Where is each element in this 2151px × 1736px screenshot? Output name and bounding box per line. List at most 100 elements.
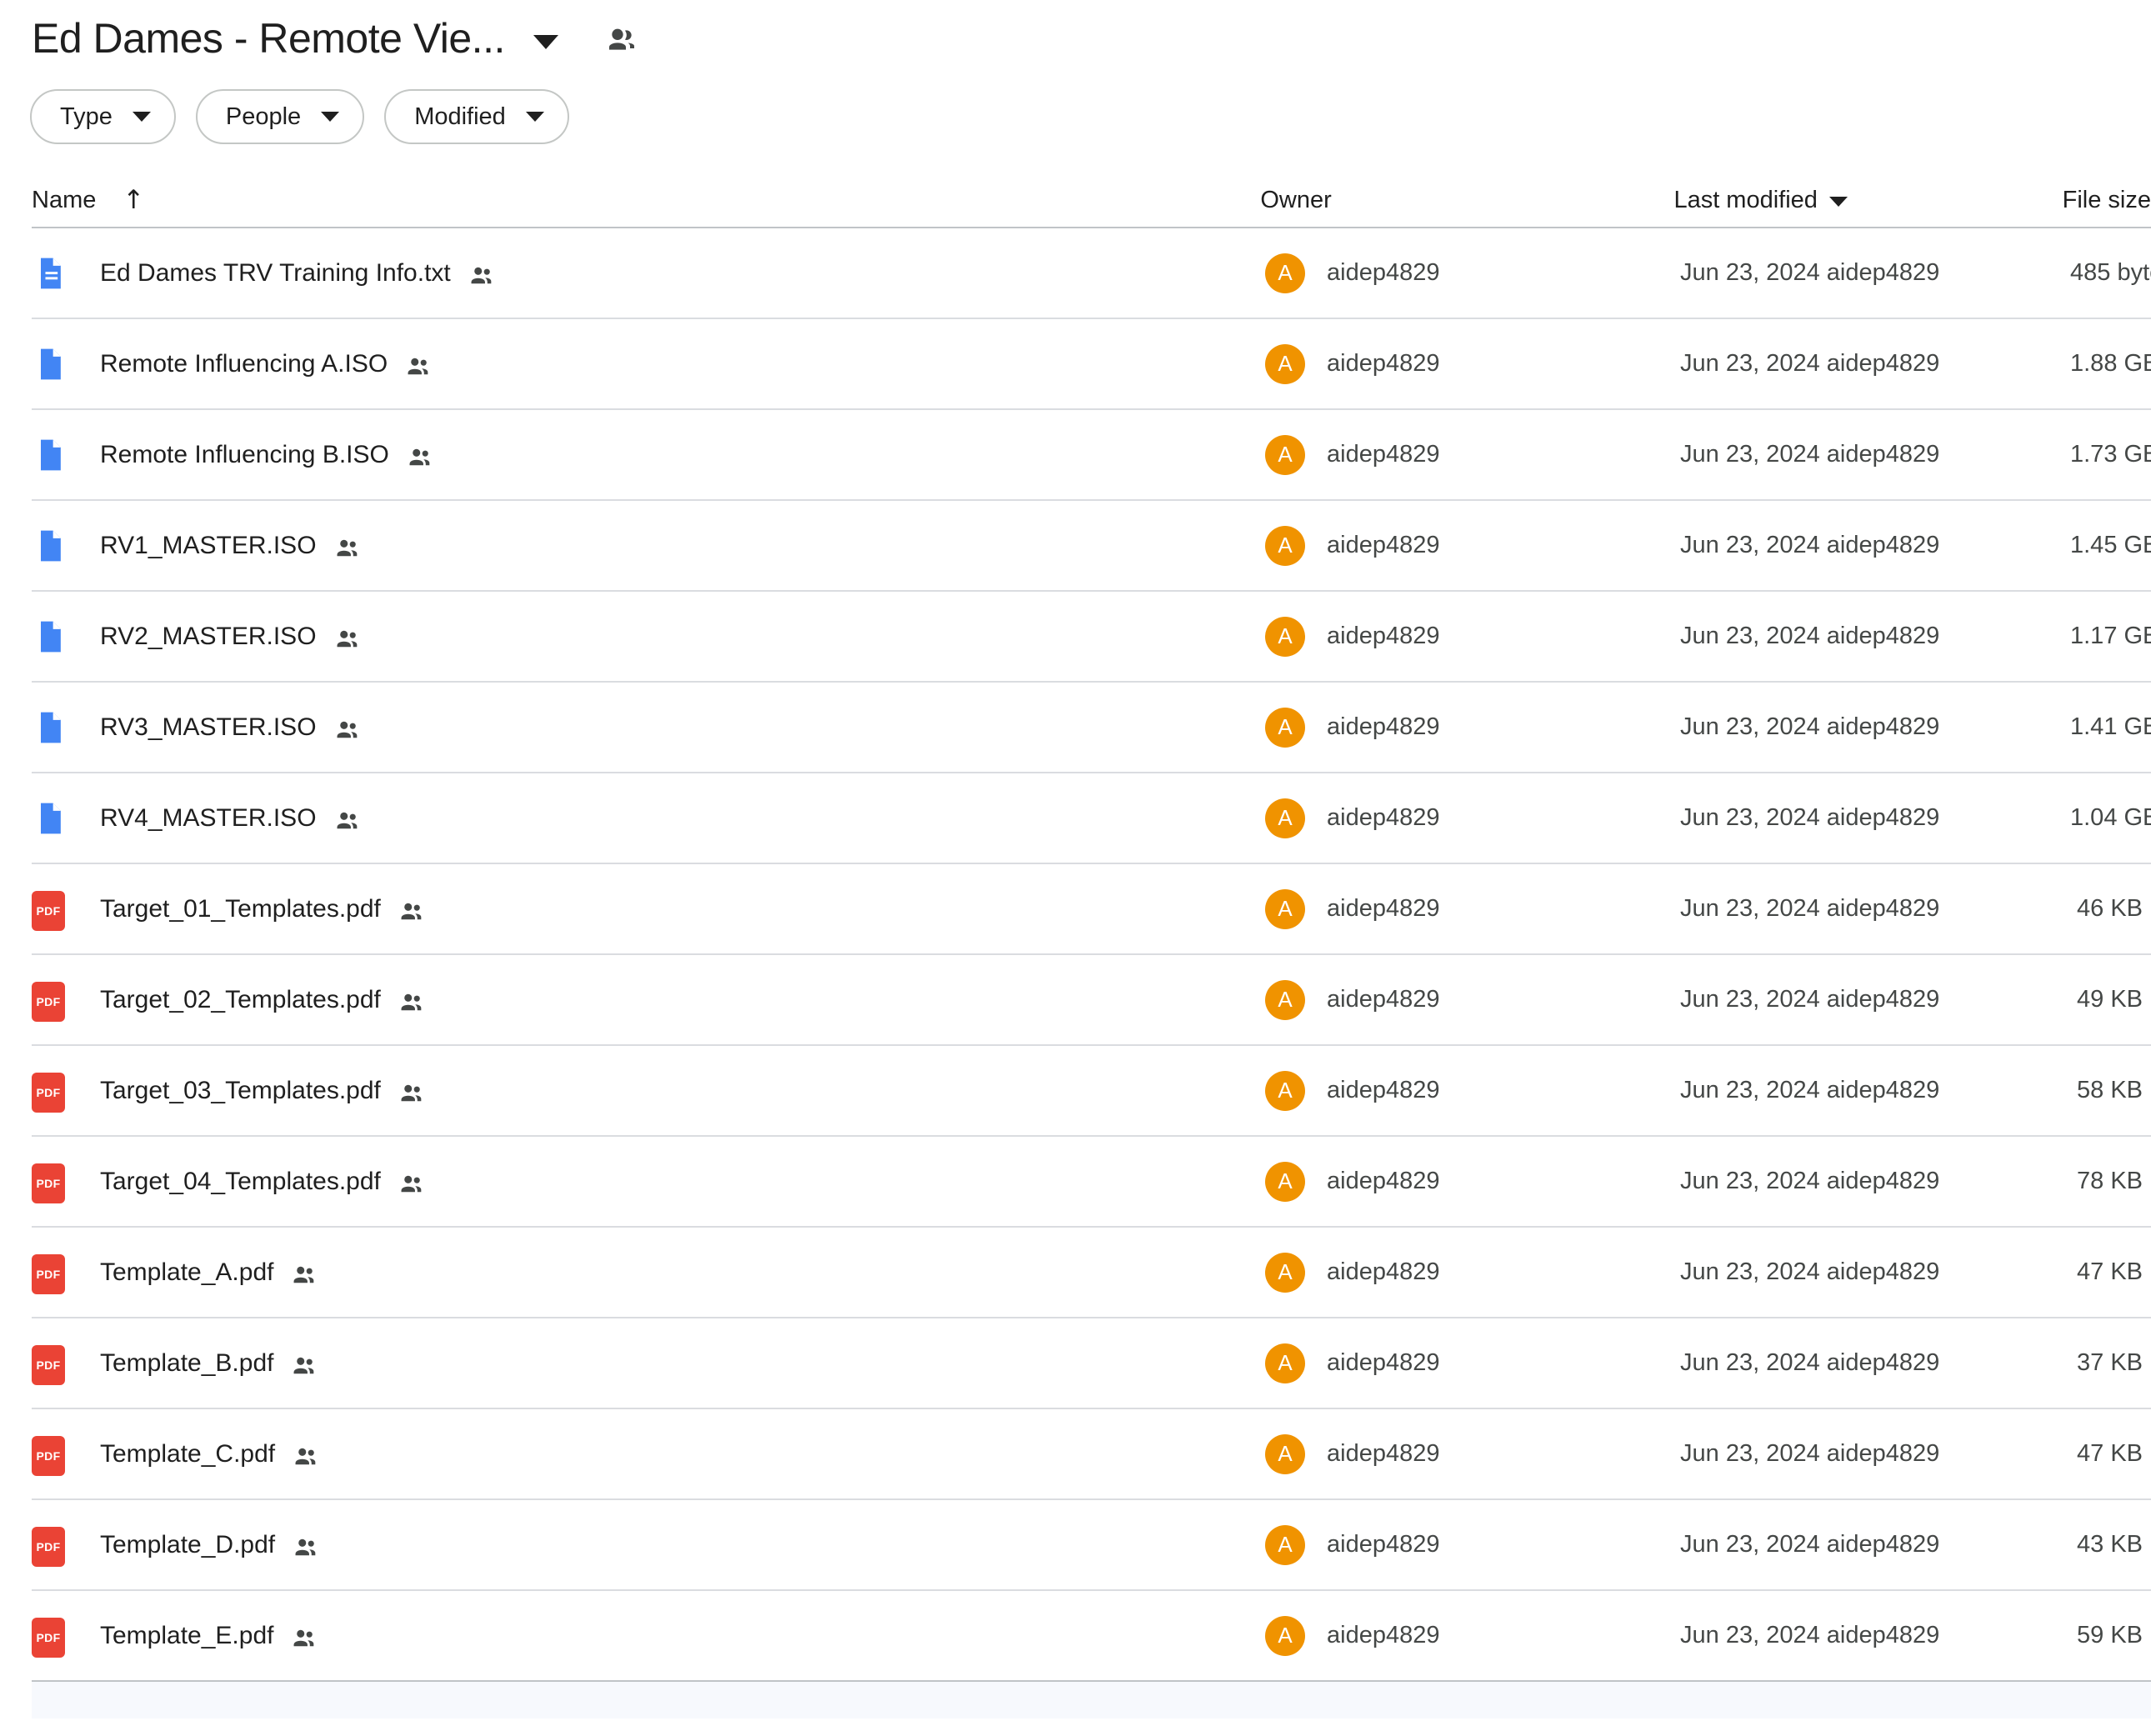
table-row[interactable]: PDF Template_B.pdf Aaidep4829 Jun 23, 2024 … (32, 1318, 2151, 1409)
file-name-label: Target_04_Templates.pdf (100, 1167, 381, 1195)
table-row[interactable]: Remote Influencing A.ISO Aaidep4829 Jun 23… (32, 319, 2151, 410)
shared-people-icon (290, 1352, 318, 1380)
filter-chip-modified[interactable]: Modified (384, 89, 569, 144)
table-row[interactable]: PDF Template_C.pdf Aaidep4829 Jun 23, 2024 … (32, 1409, 2151, 1500)
file-name-label: Target_01_Templates.pdf (100, 894, 381, 923)
last-modified-cell: Jun 23, 2024 aidep4829 (1680, 350, 1940, 377)
avatar: A (1265, 888, 1305, 929)
file-name-cell[interactable]: PDF Template_C.pdf (32, 1435, 1265, 1476)
file-name-cell[interactable]: PDF Template_D.pdf (32, 1526, 1265, 1567)
file-size-cell: 49 KB (2077, 986, 2143, 1013)
table-row[interactable]: RV4_MASTER.ISO Aaidep4829 Jun 23, 2024 aid… (32, 773, 2151, 864)
generic-file-icon (32, 800, 68, 837)
chevron-down-icon (132, 112, 151, 122)
file-name-cell[interactable]: PDF Template_A.pdf (32, 1253, 1265, 1294)
owner-name-label: aidep4829 (1327, 623, 1440, 649)
table-row[interactable]: PDF Target_03_Templates.pdf Aaidep4829 Jun … (32, 1046, 2151, 1137)
file-name-cell[interactable]: PDF Target_01_Templates.pdf (32, 890, 1265, 931)
pdf-icon: PDF (32, 1526, 68, 1567)
column-header-name[interactable]: Name ↑ (32, 187, 1260, 214)
last-modified-cell: Jun 23, 2024 aidep4829 (1680, 1349, 1940, 1376)
file-name-label: Ed Dames TRV Training Info.txt (100, 258, 451, 287)
filter-chip-people[interactable]: People (195, 89, 365, 144)
file-size-cell: 47 KB (2077, 1440, 2143, 1467)
shared-people-icon (404, 353, 433, 381)
file-size-cell: 1.88 GB (2070, 350, 2151, 377)
avatar: A (1265, 1524, 1305, 1565)
file-size-cell: 47 KB (2077, 1258, 2143, 1285)
table-row[interactable]: PDF Target_02_Templates.pdf Aaidep4829 Jun … (32, 955, 2151, 1046)
avatar: A (1265, 253, 1305, 293)
table-row[interactable]: RV3_MASTER.ISO Aaidep4829 Jun 23, 2024 aid… (32, 683, 2151, 773)
file-size-cell: 43 KB (2077, 1531, 2143, 1558)
pdf-icon: PDF (32, 1163, 65, 1203)
table-header-row: Name ↑ Owner Last modified File size (0, 173, 2151, 227)
file-name-cell[interactable]: PDF Target_02_Templates.pdf (32, 981, 1265, 1022)
file-name-cell[interactable]: PDF Template_B.pdf (32, 1344, 1265, 1385)
file-name-cell[interactable]: PDF Target_03_Templates.pdf (32, 1072, 1265, 1113)
table-row[interactable]: RV2_MASTER.ISO Aaidep4829 Jun 23, 2024 aid… (32, 592, 2151, 683)
file-name-cell[interactable]: RV2_MASTER.ISO (32, 618, 1265, 655)
owner-cell: Aaidep4829 (1265, 434, 1680, 475)
owner-cell: Aaidep4829 (1265, 1433, 1680, 1474)
avatar: A (1265, 707, 1305, 748)
file-name-cell[interactable]: RV4_MASTER.ISO (32, 800, 1265, 837)
chevron-down-icon[interactable] (533, 34, 558, 49)
file-size-cell: 1.45 GB (2070, 532, 2151, 558)
file-name-cell[interactable]: PDF Target_04_Templates.pdf (32, 1163, 1265, 1203)
file-name-label: Template_C.pdf (100, 1439, 276, 1468)
file-name-label: Target_03_Templates.pdf (100, 1076, 381, 1104)
owner-name-label: aidep4829 (1327, 1168, 1440, 1194)
owner-name-label: aidep4829 (1327, 1440, 1440, 1467)
file-size-cell: 46 KB (2077, 895, 2143, 922)
people-shared-icon[interactable] (605, 23, 638, 57)
owner-cell: Aaidep4829 (1265, 888, 1680, 929)
bottom-partial-row[interactable] (32, 1682, 2151, 1718)
table-row[interactable]: Remote Influencing B.ISO Aaidep4829 Jun 23… (32, 410, 2151, 501)
file-name-label: Template_A.pdf (100, 1258, 274, 1286)
owner-name-label: aidep4829 (1327, 1622, 1440, 1648)
file-rows: Ed Dames TRV Training Info.txt Aaidep4829… (0, 228, 2151, 1682)
column-header-owner[interactable]: Owner (1260, 187, 1673, 214)
table-row[interactable]: PDF Target_01_Templates.pdf Aaidep4829 Jun … (32, 864, 2151, 955)
column-header-last-modified[interactable]: Last modified (1673, 187, 2062, 214)
owner-cell: Aaidep4829 (1265, 707, 1680, 748)
owner-cell: Aaidep4829 (1265, 1070, 1680, 1111)
pdf-icon: PDF (32, 1617, 68, 1658)
avatar: A (1265, 1433, 1305, 1474)
generic-file-icon (32, 618, 68, 655)
column-header-file-size[interactable]: File size (2063, 187, 2151, 214)
file-name-cell[interactable]: Remote Influencing B.ISO (32, 437, 1265, 473)
table-row[interactable]: PDF Target_04_Templates.pdf Aaidep4829 Jun … (32, 1137, 2151, 1228)
owner-name-label: aidep4829 (1327, 350, 1440, 377)
owner-name-label: aidep4829 (1327, 713, 1440, 740)
table-row[interactable]: RV1_MASTER.ISO Aaidep4829 Jun 23, 2024 aid… (32, 501, 2151, 592)
file-list-table: Name ↑ Owner Last modified File size Ed … (0, 173, 2151, 1718)
generic-file-icon (32, 346, 68, 383)
pdf-icon: PDF (32, 1163, 68, 1203)
shared-people-icon (333, 625, 362, 653)
avatar: A (1265, 434, 1305, 475)
owner-cell: Aaidep4829 (1265, 1343, 1680, 1383)
pdf-icon: PDF (32, 1435, 68, 1476)
owner-cell: Aaidep4829 (1265, 979, 1680, 1020)
generic-file-icon (41, 530, 61, 561)
file-name-label: Remote Influencing B.ISO (100, 440, 389, 468)
owner-name-label: aidep4829 (1327, 986, 1440, 1013)
table-row[interactable]: PDF Template_A.pdf Aaidep4829 Jun 23, 2024 … (32, 1228, 2151, 1318)
file-name-cell[interactable]: Ed Dames TRV Training Info.txt (32, 255, 1265, 292)
owner-cell: Aaidep4829 (1265, 1615, 1680, 1656)
file-name-cell[interactable]: PDF Template_E.pdf (32, 1617, 1265, 1658)
doc-text-icon (32, 255, 68, 292)
file-name-cell[interactable]: RV1_MASTER.ISO (32, 528, 1265, 564)
file-name-cell[interactable]: Remote Influencing A.ISO (32, 346, 1265, 383)
table-row[interactable]: PDF Template_E.pdf Aaidep4829 Jun 23, 2024 … (32, 1591, 2151, 1682)
owner-name-label: aidep4829 (1327, 1531, 1440, 1558)
file-name-cell[interactable]: RV3_MASTER.ISO (32, 709, 1265, 746)
filter-chip-type[interactable]: Type (30, 89, 176, 144)
table-row[interactable]: PDF Template_D.pdf Aaidep4829 Jun 23, 2024 … (32, 1500, 2151, 1591)
table-row[interactable]: Ed Dames TRV Training Info.txt Aaidep4829… (32, 228, 2151, 319)
filter-chip-people-label: People (225, 103, 302, 130)
generic-file-icon (32, 528, 68, 564)
owner-name-label: aidep4829 (1327, 895, 1440, 922)
